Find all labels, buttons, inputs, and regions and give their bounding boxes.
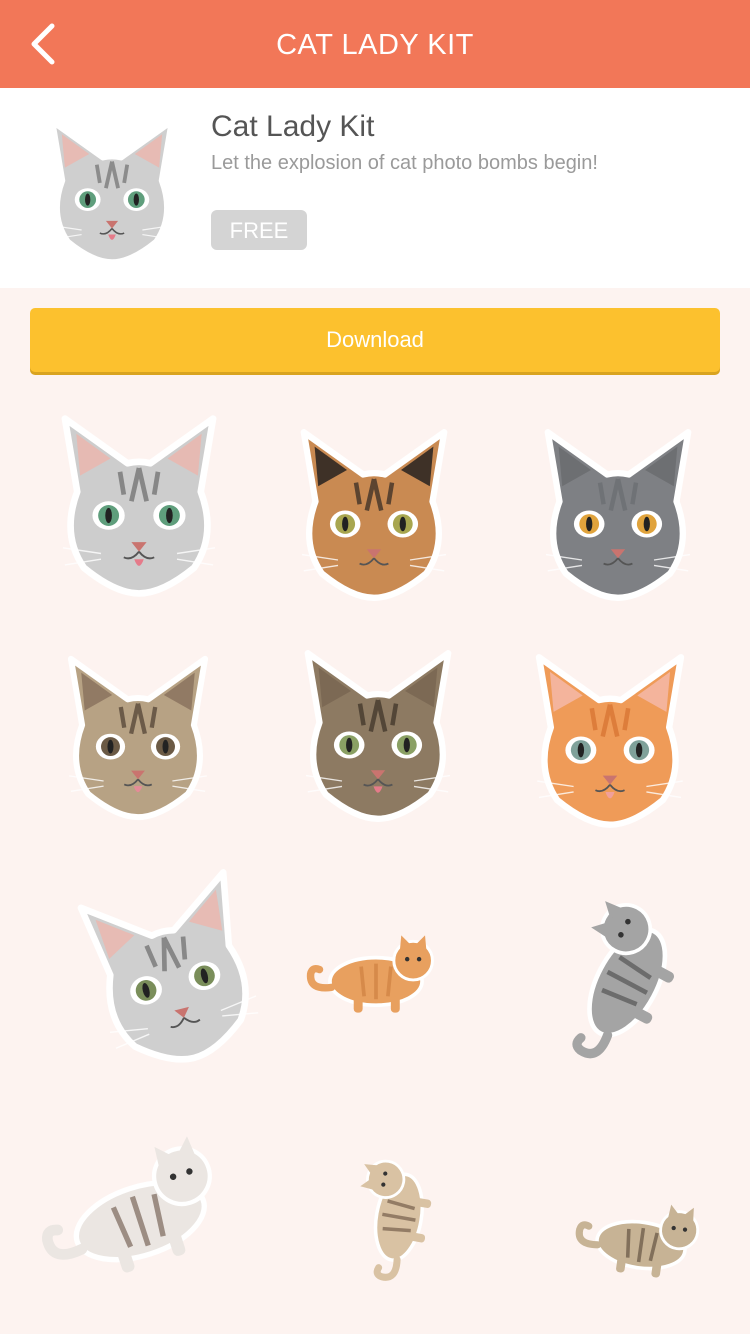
page-title: CAT LADY KIT — [276, 29, 474, 61]
sticker-yawning-tabby-head[interactable] — [52, 640, 224, 836]
sticker-calico-head[interactable] — [284, 420, 464, 610]
sticker-silver-tabby-head[interactable] — [44, 406, 234, 606]
kit-name: Cat Lady Kit — [211, 110, 375, 143]
kit-info-card — [0, 88, 750, 288]
sticker-tilted-tabby-head[interactable] — [58, 860, 288, 1088]
download-button[interactable]: Download — [30, 308, 720, 372]
sticker-siamese-sitting-cat[interactable] — [281, 1130, 502, 1303]
top-bar: CAT LADY KIT — [0, 0, 750, 88]
kit-description: Let the explosion of cat photo bombs beg… — [211, 152, 598, 174]
sticker-tabby-lying-on-back[interactable] — [530, 1174, 750, 1303]
sticker-lying-orange-cat[interactable] — [268, 922, 484, 1026]
sticker-standing-tabby-cat[interactable] — [487, 849, 750, 1107]
sticker-gray-cat-head[interactable] — [528, 420, 708, 610]
sticker-siamese-rolling-cat[interactable] — [12, 1107, 262, 1316]
price-badge[interactable]: FREE — [211, 210, 307, 250]
kit-thumbnail — [36, 116, 188, 268]
sticker-tabby-tongue-head[interactable] — [288, 640, 468, 832]
sticker-orange-kitten-head[interactable] — [512, 650, 708, 832]
